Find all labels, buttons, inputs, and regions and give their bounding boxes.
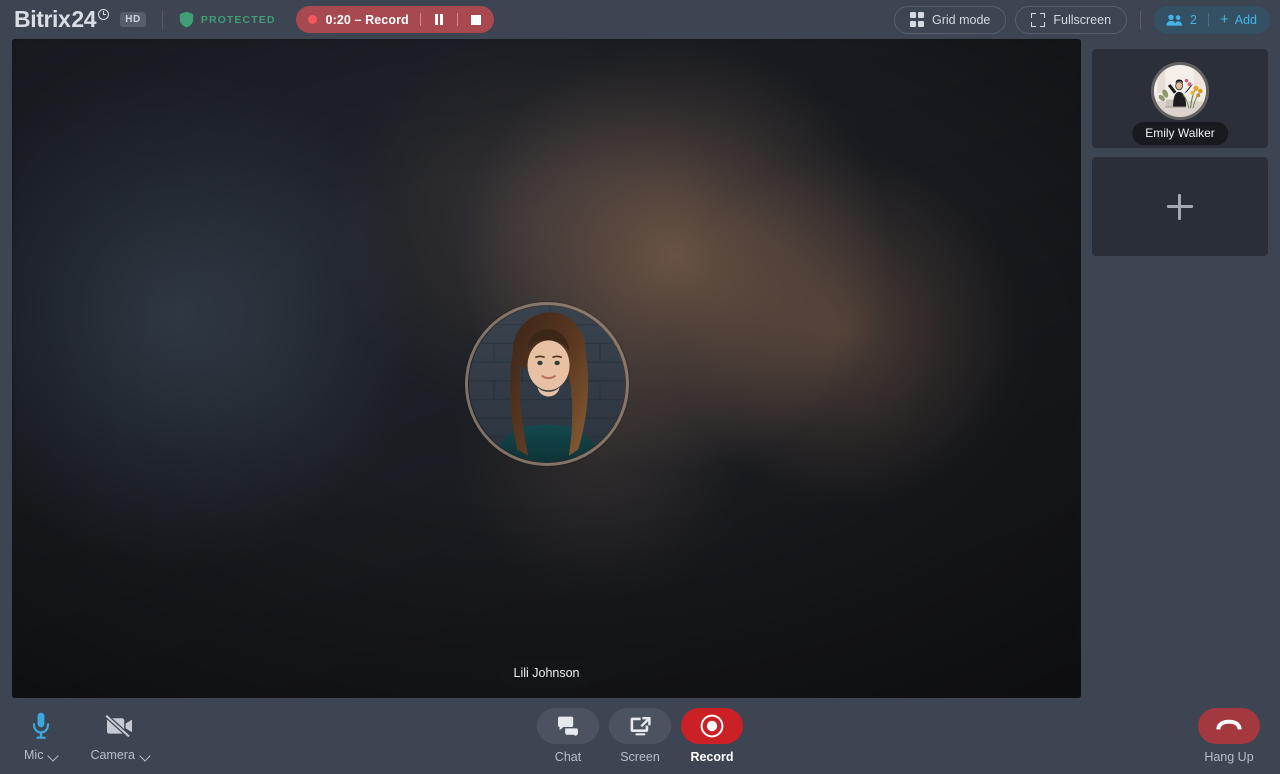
screen-label-row: Screen — [620, 751, 660, 764]
logo-text-bitrix: Bitrix — [14, 6, 71, 32]
divider — [419, 13, 421, 26]
participant-tile-emily-walker[interactable]: Emily Walker — [1092, 49, 1268, 148]
participant-avatar — [1151, 62, 1209, 120]
clock-icon — [98, 9, 110, 20]
camera-button[interactable]: Camera — [90, 711, 149, 762]
toolbar-center-group: Chat Screen Record — [537, 708, 743, 764]
hd-badge: HD — [120, 11, 146, 28]
mic-icon-slot — [31, 711, 51, 741]
participants-rail: Emily Walker — [1081, 39, 1280, 698]
main-video-stage[interactable]: Lili Johnson — [12, 39, 1081, 698]
toolbar-left-group: Mic Camera — [24, 711, 150, 762]
chat-bubbles-icon — [558, 716, 578, 736]
mic-label: Mic — [24, 747, 44, 762]
speaker-name-label: Lili Johnson — [499, 661, 594, 687]
plus-icon — [1167, 193, 1193, 220]
camera-label: Camera — [90, 747, 135, 762]
mic-button[interactable]: Mic — [24, 711, 58, 762]
mic-label-row: Mic — [24, 747, 58, 762]
record-label-row: Record — [690, 751, 733, 764]
recording-stop-button[interactable] — [469, 13, 483, 27]
record-button-shape — [681, 708, 743, 744]
people-icon — [1166, 14, 1183, 26]
chat-button-shape — [537, 708, 599, 744]
screen-label: Screen — [620, 750, 660, 764]
record-button[interactable]: Record — [681, 708, 743, 764]
record-circle-icon — [700, 714, 724, 738]
hangup-label: Hang Up — [1204, 750, 1254, 764]
add-participant-label: Add — [1234, 12, 1257, 27]
toolbar-right-group: Hang Up — [1198, 708, 1260, 764]
hangup-button-shape — [1198, 708, 1260, 744]
screen-button-shape — [609, 708, 671, 744]
shield-icon — [179, 11, 194, 28]
avatar-ring — [464, 302, 629, 466]
recording-dot-icon — [307, 15, 317, 24]
top-bar-left: Bitrix 24 HD PROTECTED 0:20 – Record — [14, 6, 494, 33]
chevron-down-icon[interactable] — [49, 751, 58, 760]
hangup-button[interactable]: Hang Up — [1198, 708, 1260, 764]
video-call-app: Bitrix 24 HD PROTECTED 0:20 – Record Gri… — [0, 0, 1280, 774]
protected-label: PROTECTED — [200, 13, 276, 26]
grid-icon — [909, 12, 924, 27]
participants-pill[interactable]: 2 + Add — [1154, 5, 1270, 34]
divider — [456, 13, 458, 26]
camera-label-row: Camera — [90, 747, 150, 762]
participant-avatar-ring — [1151, 62, 1209, 120]
top-bar: Bitrix 24 HD PROTECTED 0:20 – Record Gri… — [0, 0, 1280, 39]
logo-text-24: 24 — [71, 6, 97, 32]
divider — [161, 10, 163, 29]
fullscreen-label: Fullscreen — [1053, 12, 1112, 27]
screen-share-button[interactable]: Screen — [609, 708, 671, 764]
stop-icon — [470, 14, 481, 25]
recording-pause-button[interactable] — [432, 13, 446, 27]
screen-share-icon — [630, 717, 651, 736]
bottom-toolbar: Mic Camera Chat Screen Record Hang Up — [0, 698, 1280, 774]
divider — [1207, 13, 1209, 26]
top-bar-right: Grid mode Fullscreen 2 + Add — [893, 5, 1270, 34]
fullscreen-button[interactable]: Fullscreen — [1015, 5, 1128, 34]
add-participant-tile[interactable] — [1092, 157, 1268, 256]
speaker-avatar — [464, 302, 629, 466]
protected-status: PROTECTED — [179, 11, 276, 28]
chat-button[interactable]: Chat — [537, 708, 599, 764]
chat-label-row: Chat — [555, 751, 581, 764]
participants-count: 2 — [1190, 12, 1197, 27]
chevron-down-icon[interactable] — [141, 751, 150, 760]
grid-mode-label: Grid mode — [932, 12, 991, 27]
call-body: Lili Johnson Emily Walker — [0, 39, 1280, 698]
hangup-label-row: Hang Up — [1204, 751, 1253, 764]
recording-pill[interactable]: 0:20 – Record — [295, 6, 494, 33]
participant-name-label: Emily Walker — [1132, 122, 1228, 145]
expand-icon — [1031, 12, 1046, 27]
camera-off-icon — [105, 714, 133, 737]
plus-icon: + — [1219, 11, 1229, 28]
phone-hangup-icon — [1216, 719, 1242, 730]
microphone-icon — [33, 712, 50, 739]
camera-icon-slot — [105, 711, 135, 741]
pause-icon — [434, 14, 444, 25]
chat-label: Chat — [554, 750, 582, 764]
recording-timer-label: 0:20 – Record — [325, 12, 409, 27]
record-label: Record — [690, 750, 734, 764]
grid-mode-button[interactable]: Grid mode — [893, 5, 1007, 34]
bitrix24-logo: Bitrix 24 — [14, 6, 110, 32]
divider — [1140, 10, 1142, 29]
